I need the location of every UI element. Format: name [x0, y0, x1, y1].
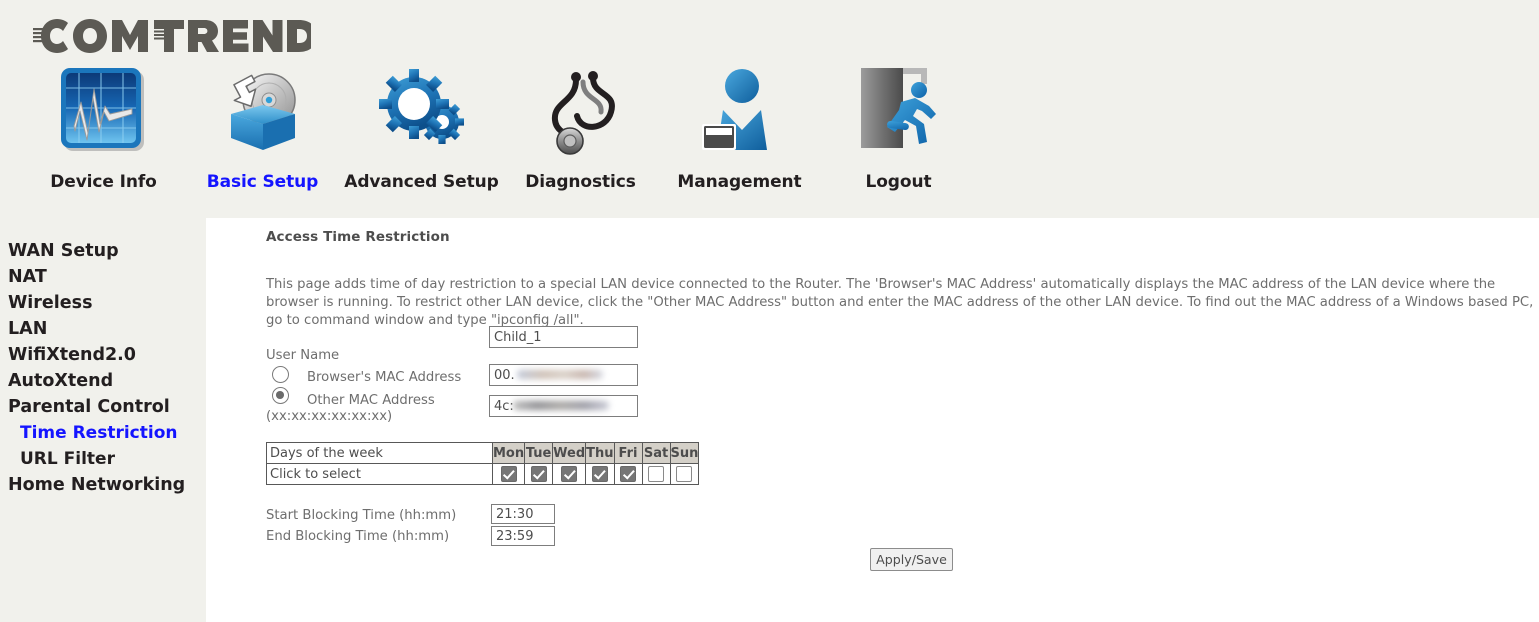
day-cell-wed[interactable]	[552, 463, 587, 485]
day-cell-sun[interactable]	[669, 463, 700, 485]
nav-item-management[interactable]: Management	[660, 62, 819, 192]
device-info-icon	[54, 62, 154, 162]
sidebar-item-home-networking[interactable]: Home Networking	[0, 472, 206, 498]
basic-setup-icon	[213, 62, 313, 162]
days-header-row: Days of the week Mon Tue Wed Thu Fri Sat…	[266, 442, 700, 464]
nav-item-advanced-setup[interactable]: Advanced Setup	[342, 62, 501, 192]
diagnostics-icon	[531, 62, 631, 162]
browser-mac-radio[interactable]	[272, 366, 289, 383]
day-checkbox-sat[interactable]	[648, 466, 665, 482]
sidebar-item-wireless[interactable]: Wireless	[0, 290, 206, 316]
sidebar-item-time-restriction[interactable]: Time Restriction	[0, 420, 206, 446]
page-title: Access Time Restriction	[266, 229, 450, 245]
other-mac-input[interactable]	[489, 395, 638, 417]
end-blocking-time-input[interactable]	[491, 526, 555, 546]
start-blocking-time-label: Start Blocking Time (hh:mm)	[266, 508, 457, 523]
day-header-sun: Sun	[669, 442, 700, 464]
nav-label-diagnostics: Diagnostics	[525, 172, 636, 192]
nav-item-diagnostics[interactable]: Diagnostics	[501, 62, 660, 192]
management-icon	[690, 62, 790, 162]
nav-label-basic-setup: Basic Setup	[206, 172, 319, 192]
sidebar-item-wifixtend[interactable]: WifiXtend2.0	[0, 342, 206, 368]
day-header-thu: Thu	[585, 442, 615, 464]
sidebar-item-autoxtend[interactable]: AutoXtend	[0, 368, 206, 394]
other-mac-radio[interactable]	[272, 387, 289, 404]
nav-item-basic-setup[interactable]: Basic Setup	[183, 62, 342, 192]
end-blocking-time-label: End Blocking Time (hh:mm)	[266, 529, 450, 544]
user-name-label: User Name	[266, 348, 340, 363]
sidebar-item-parental-control[interactable]: Parental Control	[0, 394, 206, 420]
sidebar-item-url-filter[interactable]: URL Filter	[0, 446, 206, 472]
user-name-input[interactable]	[489, 326, 638, 348]
day-cell-thu[interactable]	[585, 463, 615, 485]
days-select-row: Click to select	[266, 463, 700, 485]
day-checkbox-mon[interactable]	[500, 466, 517, 482]
browser-mac-label: Browser's MAC Address	[307, 370, 462, 385]
day-checkbox-tue[interactable]	[530, 466, 547, 482]
nav-item-device-info[interactable]: Device Info	[24, 62, 183, 192]
nav-item-logout[interactable]: Logout	[819, 62, 978, 192]
day-header-fri: Fri	[613, 442, 643, 464]
day-checkbox-fri[interactable]	[620, 466, 637, 482]
days-row-header-label: Days of the week	[266, 442, 493, 464]
day-cell-tue[interactable]	[524, 463, 554, 485]
other-mac-label: Other MAC Address	[307, 393, 435, 408]
day-checkbox-thu[interactable]	[591, 466, 608, 482]
day-checkbox-sun[interactable]	[676, 466, 693, 482]
day-cell-mon[interactable]	[491, 463, 526, 485]
main-nav: Device Info Basic Setup Advanced Setup D…	[24, 62, 978, 192]
nav-label-device-info: Device Info	[50, 172, 157, 192]
comtrend-logo	[33, 19, 311, 53]
sidebar-item-wan-setup[interactable]: WAN Setup	[0, 238, 206, 264]
mac-format-hint: (xx:xx:xx:xx:xx:xx)	[266, 409, 393, 424]
router-admin-page: Device Info Basic Setup Advanced Setup D…	[0, 0, 1539, 622]
day-header-tue: Tue	[524, 442, 554, 464]
advanced-setup-icon	[372, 62, 472, 162]
nav-label-management: Management	[677, 172, 802, 192]
sidebar-item-lan[interactable]: LAN	[0, 316, 206, 342]
page-description: This page adds time of day restriction t…	[266, 277, 1534, 328]
sidebar-nav: WAN Setup NAT Wireless LAN WifiXtend2.0 …	[0, 218, 206, 622]
nav-label-logout: Logout	[865, 172, 932, 192]
day-header-mon: Mon	[491, 442, 526, 464]
day-cell-fri[interactable]	[613, 463, 643, 485]
nav-label-advanced-setup: Advanced Setup	[344, 172, 499, 192]
apply-save-button[interactable]: Apply/Save	[870, 548, 953, 571]
day-cell-sat[interactable]	[641, 463, 671, 485]
page-header: Device Info Basic Setup Advanced Setup D…	[0, 0, 1539, 218]
browser-mac-input[interactable]	[489, 364, 638, 386]
day-header-sat: Sat	[641, 442, 671, 464]
main-content: Access Time Restriction This page adds t…	[206, 218, 1539, 622]
days-select-label: Click to select	[266, 463, 493, 485]
day-header-wed: Wed	[552, 442, 587, 464]
days-of-week-table: Days of the week Mon Tue Wed Thu Fri Sat…	[266, 442, 700, 485]
start-blocking-time-input[interactable]	[491, 504, 555, 524]
day-checkbox-wed[interactable]	[561, 466, 578, 482]
logout-icon	[849, 62, 949, 162]
sidebar-item-nat[interactable]: NAT	[0, 264, 206, 290]
